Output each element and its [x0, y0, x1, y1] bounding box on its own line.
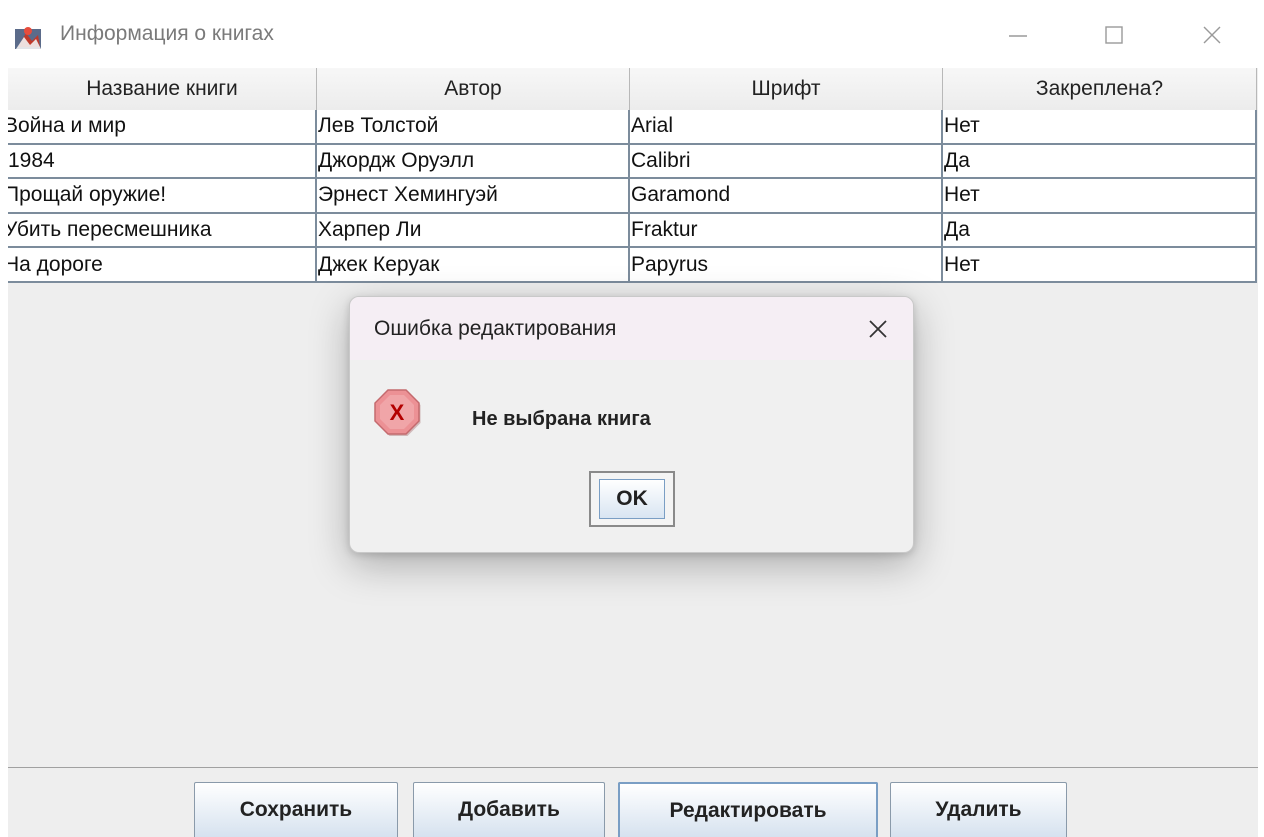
close-icon [869, 320, 887, 338]
java-app-icon [15, 27, 41, 49]
cell-font[interactable]: Papyrus [630, 248, 943, 281]
cell-pinned[interactable]: Нет [943, 179, 1257, 212]
table-row[interactable]: 1984 Джордж Оруэлл Calibri Да [8, 144, 1257, 180]
table-row[interactable]: На дороге Джек Керуак Papyrus Нет [8, 248, 1257, 283]
table-header: Название книги Автор Шрифт Закреплена? [8, 68, 1257, 110]
save-button[interactable]: Сохранить [194, 782, 398, 837]
cell-title[interactable]: Война и мир [8, 110, 317, 143]
close-window-button[interactable] [1188, 18, 1236, 52]
cell-title[interactable]: Убить пересмешника [8, 213, 317, 247]
dialog-close-button[interactable] [862, 313, 894, 345]
minimize-icon [1009, 35, 1027, 37]
table-body: Война и мир Лев Толстой Arial Нет 1984 Д… [8, 110, 1257, 283]
cell-font[interactable]: Calibri [630, 144, 943, 178]
minimize-button[interactable] [994, 18, 1042, 52]
cell-title[interactable]: На дороге [8, 248, 317, 281]
dialog-title: Ошибка редактирования [374, 317, 617, 340]
error-dialog: Ошибка редактирования X Не выбрана книга… [349, 296, 914, 553]
cell-author[interactable]: Джек Керуак [317, 248, 630, 281]
cell-pinned[interactable]: Да [943, 213, 1257, 247]
window-titlebar: Информация о книгах [0, 0, 1264, 68]
cell-font[interactable]: Garamond [630, 179, 943, 212]
close-icon [1203, 26, 1221, 44]
cell-author[interactable]: Эрнест Хемингуэй [317, 179, 630, 212]
column-header-title[interactable]: Название книги [8, 68, 317, 110]
cell-author[interactable]: Харпер Ли [317, 213, 630, 247]
column-header-author[interactable]: Автор [317, 68, 630, 110]
delete-button[interactable]: Удалить [890, 782, 1067, 837]
maximize-button[interactable] [1090, 18, 1138, 52]
cell-pinned[interactable]: Нет [943, 110, 1257, 143]
cell-author[interactable]: Лев Толстой [317, 110, 630, 143]
cell-pinned[interactable]: Нет [943, 248, 1257, 281]
column-header-font[interactable]: Шрифт [630, 68, 943, 110]
error-icon: X [374, 389, 421, 436]
table-row[interactable]: Убить пересмешника Харпер Ли Fraktur Да [8, 213, 1257, 249]
cell-pinned[interactable]: Да [943, 144, 1257, 178]
cell-title[interactable]: Прощай оружие! [8, 179, 317, 212]
window-title: Информация о книгах [60, 22, 274, 45]
edit-button[interactable]: Редактировать [618, 782, 878, 837]
cell-font[interactable]: Fraktur [630, 213, 943, 247]
table-row[interactable]: Прощай оружие! Эрнест Хемингуэй Garamond… [8, 179, 1257, 214]
dialog-message: Не выбрана книга [472, 408, 651, 430]
svg-text:X: X [390, 400, 405, 425]
column-header-pinned[interactable]: Закреплена? [943, 68, 1257, 110]
cell-title[interactable]: 1984 [8, 144, 317, 178]
ok-button[interactable]: OK [589, 471, 675, 527]
add-button[interactable]: Добавить [413, 782, 605, 837]
maximize-icon [1105, 26, 1123, 44]
cell-author[interactable]: Джордж Оруэлл [317, 144, 630, 178]
books-table: Название книги Автор Шрифт Закреплена? В… [8, 68, 1257, 283]
ok-button-label: OK [599, 479, 665, 519]
dialog-titlebar: Ошибка редактирования [350, 297, 913, 360]
cell-font[interactable]: Arial [630, 110, 943, 143]
table-row[interactable]: Война и мир Лев Толстой Arial Нет [8, 110, 1257, 145]
